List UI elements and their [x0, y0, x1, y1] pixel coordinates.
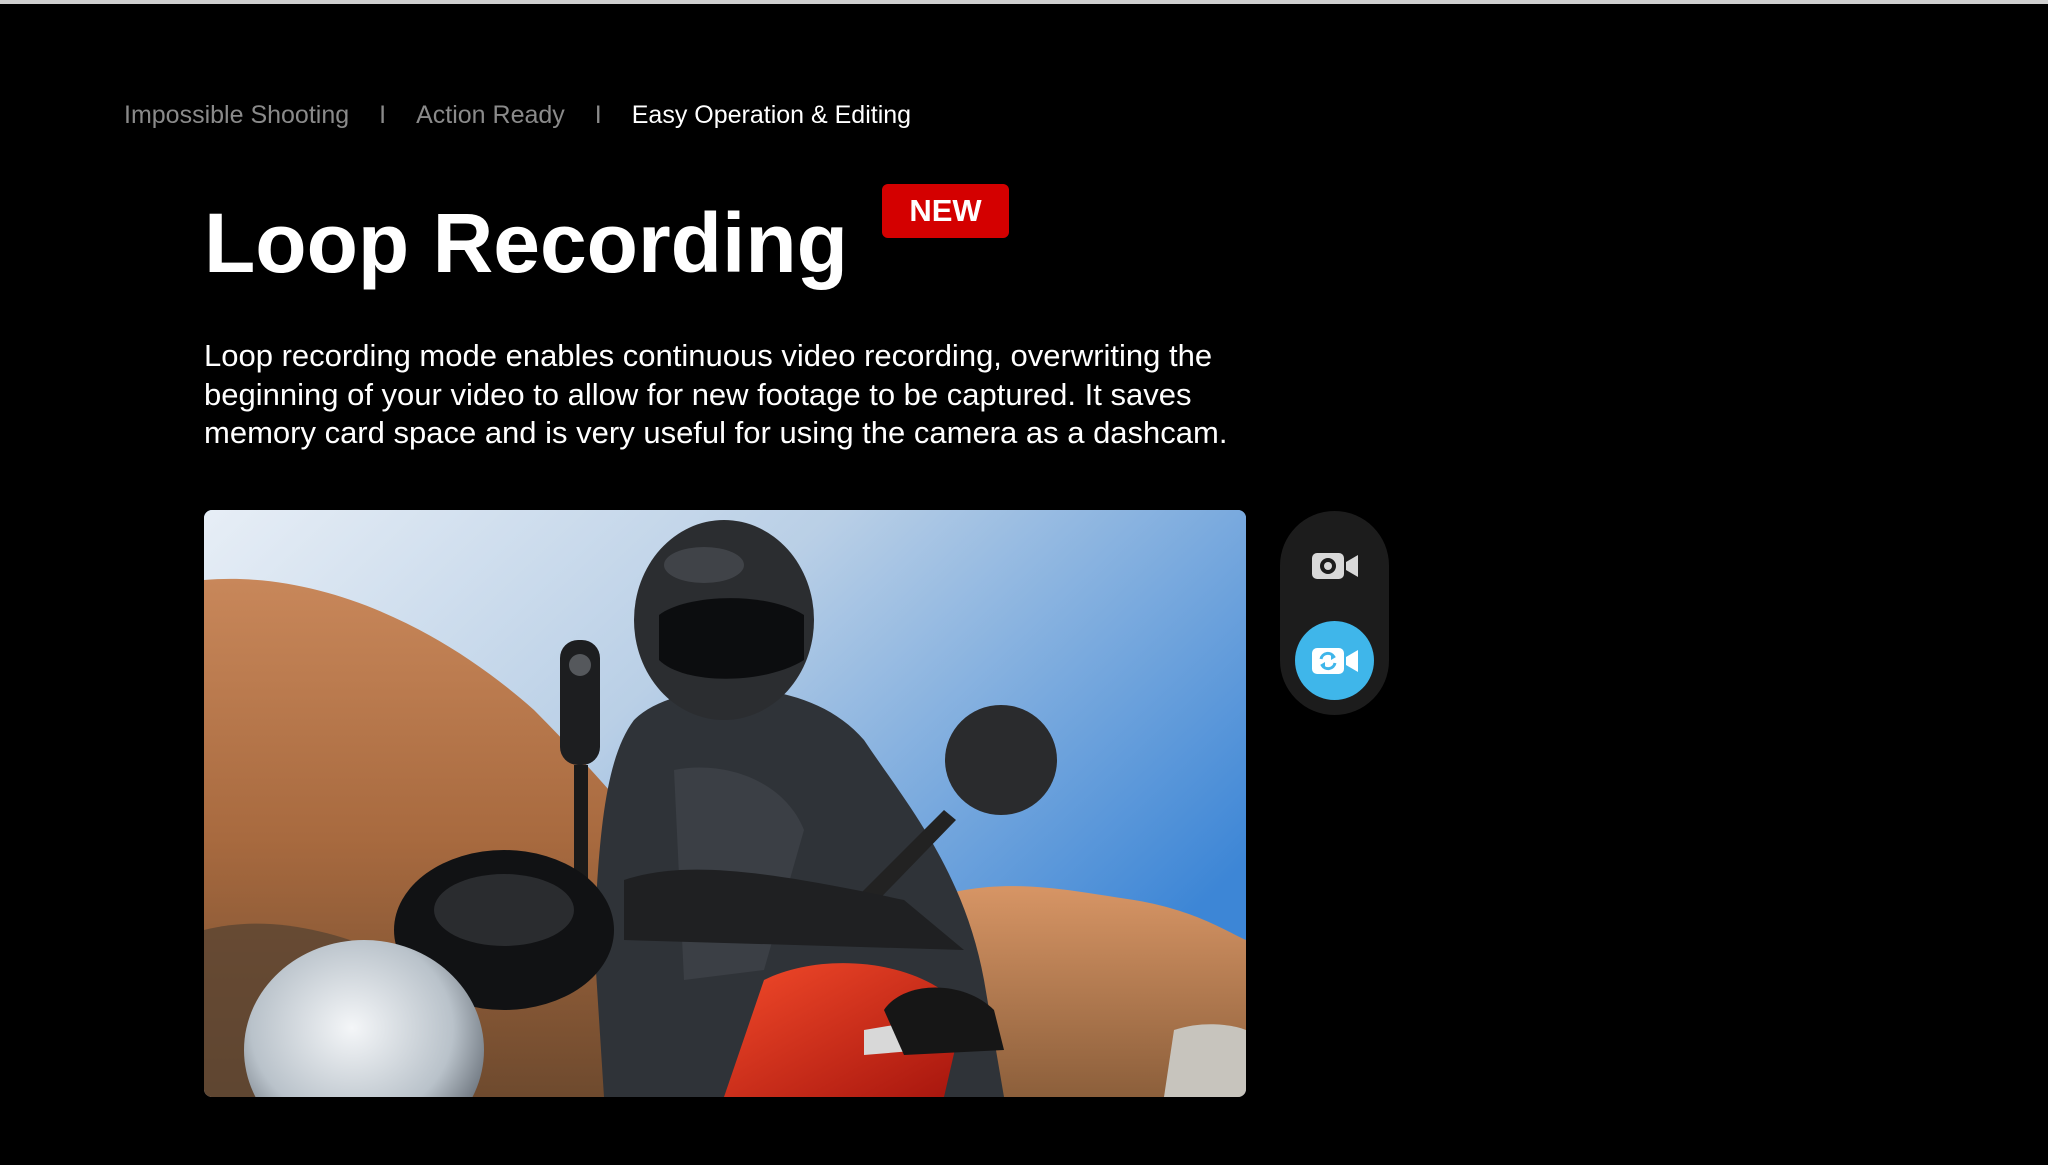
new-badge: NEW	[882, 184, 1009, 238]
recording-mode-toggle	[1280, 511, 1389, 715]
mirror	[945, 705, 1057, 815]
camera-mount	[574, 765, 588, 885]
motorcyclist-illustration	[204, 510, 1246, 1097]
tab-easy-operation-editing[interactable]: Easy Operation & Editing	[632, 100, 911, 130]
top-border	[0, 0, 2048, 4]
video-camera-icon	[1311, 552, 1358, 579]
video-mode-button[interactable]	[1295, 526, 1374, 605]
tab-action-ready[interactable]: Action Ready	[416, 100, 565, 130]
feature-description: Loop recording mode enables continuous v…	[204, 338, 1228, 450]
tab-impossible-shooting[interactable]: Impossible Shooting	[124, 100, 349, 130]
camera-lens	[569, 654, 591, 676]
feature-tabs: Impossible Shooting I Action Ready I Eas…	[124, 100, 911, 130]
helmet-highlight	[664, 547, 744, 583]
loop-video-camera-icon	[1311, 647, 1358, 674]
tab-separator: I	[594, 101, 602, 129]
road	[1164, 1024, 1246, 1097]
gauge-top	[434, 874, 574, 946]
feature-title: Loop Recording	[204, 196, 848, 290]
tab-separator: I	[379, 101, 387, 129]
helmet-visor	[659, 598, 804, 679]
loop-recording-mode-button[interactable]	[1295, 621, 1374, 700]
feature-image	[204, 510, 1246, 1097]
